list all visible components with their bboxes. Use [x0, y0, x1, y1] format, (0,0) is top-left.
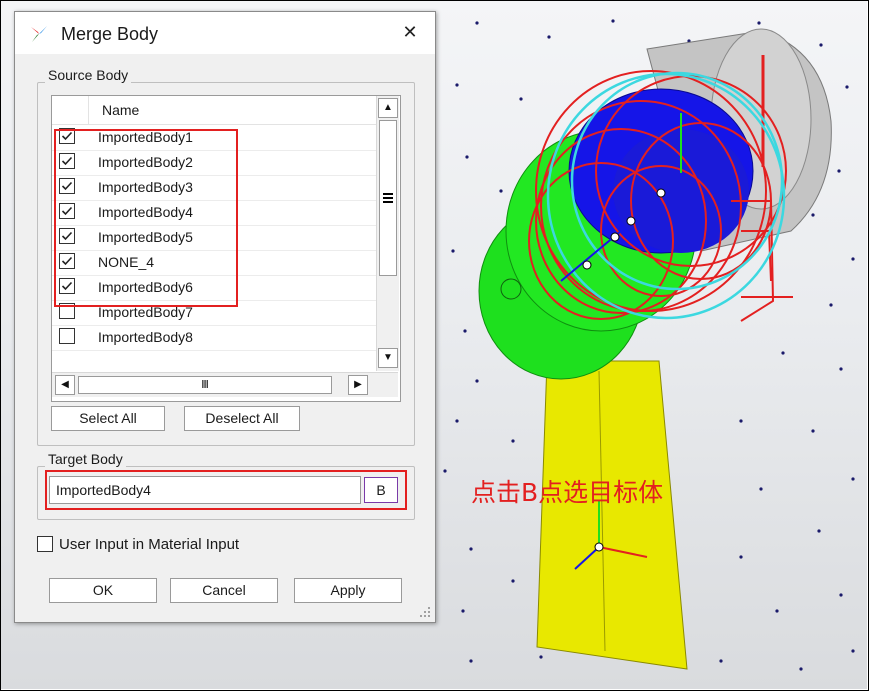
merge-body-dialog: Merge Body ✕ Source Body Name ImportedBo… [14, 11, 436, 623]
list-header-name[interactable]: Name [102, 102, 139, 118]
vertical-scrollbar[interactable]: ▲ ▼ [376, 96, 399, 371]
list-item-label: ImportedBody8 [98, 329, 193, 345]
resize-grip-icon[interactable] [418, 605, 432, 619]
list-item[interactable]: ImportedBody8 [52, 325, 376, 351]
merge-body-app-icon [31, 26, 47, 42]
dialog-titlebar[interactable]: Merge Body ✕ [15, 12, 435, 54]
checked-items-highlight [54, 129, 238, 307]
chevron-up-icon[interactable]: ▲ [378, 98, 398, 118]
user-input-label: User Input in Material Input [59, 536, 240, 553]
list-header: Name [52, 96, 376, 125]
horizontal-scrollbar-thumb[interactable]: Ⅲ [78, 376, 332, 394]
checkbox-unchecked[interactable] [59, 328, 75, 344]
annotation-text: 点击B点选目标体 [471, 478, 664, 507]
chevron-down-icon[interactable]: ▼ [378, 348, 398, 368]
chevron-right-icon[interactable]: ▶ [348, 375, 368, 395]
ok-button[interactable]: OK [49, 578, 157, 603]
close-icon[interactable]: ✕ [399, 20, 421, 44]
target-body-highlight [45, 470, 407, 510]
deselect-all-button[interactable]: Deselect All [184, 406, 300, 431]
target-body-group-label: Target Body [45, 451, 126, 467]
source-body-group-label: Source Body [45, 67, 132, 83]
horizontal-scrollbar[interactable]: ◀ Ⅲ ▶ [52, 372, 398, 397]
user-input-checkbox[interactable] [37, 536, 53, 552]
chevron-left-icon[interactable]: ◀ [55, 375, 75, 395]
select-all-button[interactable]: Select All [51, 406, 165, 431]
dialog-title: Merge Body [61, 24, 159, 44]
cancel-button[interactable]: Cancel [170, 578, 278, 603]
apply-button[interactable]: Apply [294, 578, 402, 603]
yellow-stand-body [536, 360, 688, 670]
list-header-check-column [52, 96, 89, 124]
scrollbar-thumb[interactable] [379, 120, 397, 276]
